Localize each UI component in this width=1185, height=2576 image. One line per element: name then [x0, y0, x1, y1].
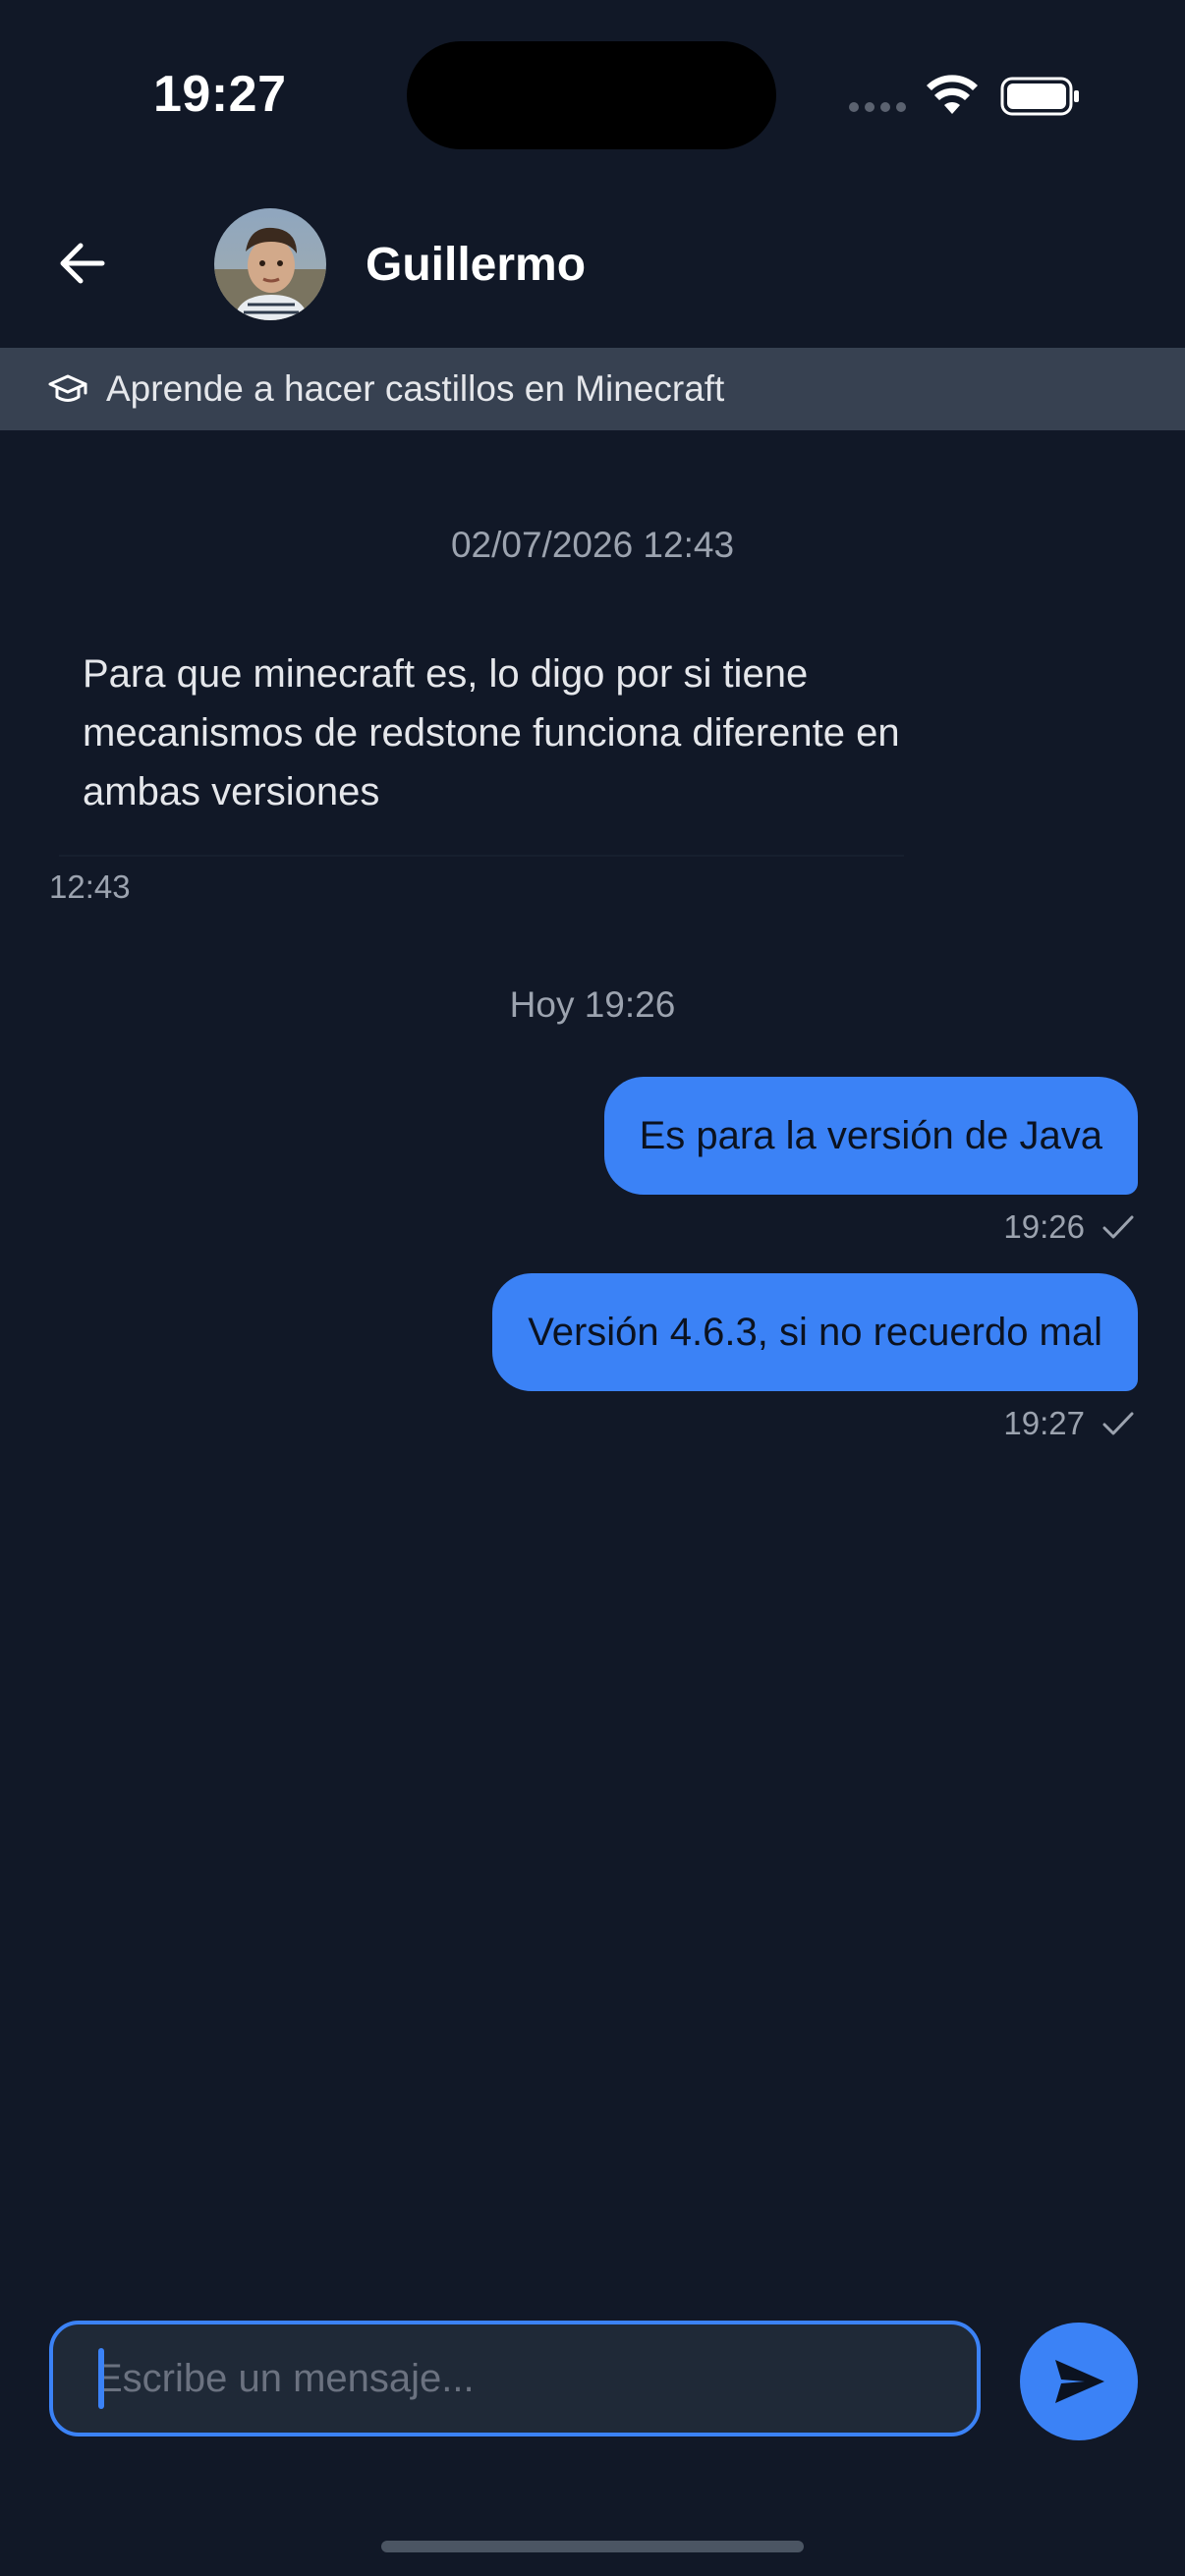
date-separator: Hoy 19:26 [509, 984, 676, 1025]
graduation-cap-icon [47, 368, 88, 410]
message-meta: 19:27 [1003, 1405, 1136, 1442]
wifi-icon [927, 75, 978, 114]
text-caret [98, 2348, 104, 2409]
outgoing-message-bubble[interactable]: Es para la versión de Java [603, 1077, 1138, 1195]
check-icon [1102, 1412, 1134, 1435]
send-icon [1055, 2360, 1104, 2403]
battery-icon [1000, 77, 1079, 116]
arrow-left-icon [60, 243, 105, 284]
incoming-message[interactable]: Para que minecraft es, lo digo por si ti… [83, 644, 928, 821]
status-time: 19:27 [153, 66, 287, 123]
message-time: 19:26 [1003, 1208, 1085, 1245]
message-input-placeholder: Escribe un mensaje... [96, 2356, 475, 2400]
avatar-photo [214, 208, 326, 320]
outgoing-message-bubble[interactable]: Versión 4.6.3, si no recuerdo mal [492, 1273, 1138, 1391]
check-icon [1102, 1215, 1134, 1239]
course-banner[interactable]: Aprende a hacer castillos en Minecraft [0, 348, 1185, 430]
message-input[interactable]: Escribe un mensaje... [49, 2321, 981, 2436]
message-time: 12:43 [49, 868, 131, 905]
date-separator: 02/07/2026 12:43 [450, 525, 735, 565]
course-title: Aprende a hacer castillos en Minecraft [106, 368, 725, 409]
avatar[interactable] [214, 208, 326, 320]
message-meta: 19:26 [1003, 1208, 1136, 1246]
send-button[interactable] [1020, 2323, 1138, 2440]
cellular-signal-icon [849, 102, 906, 112]
dynamic-island [407, 41, 776, 149]
back-button[interactable] [47, 228, 118, 299]
contact-name[interactable]: Guillermo [366, 238, 586, 293]
message-time: 19:27 [1003, 1405, 1085, 1441]
home-indicator [381, 2541, 804, 2552]
message-divider [59, 855, 904, 857]
